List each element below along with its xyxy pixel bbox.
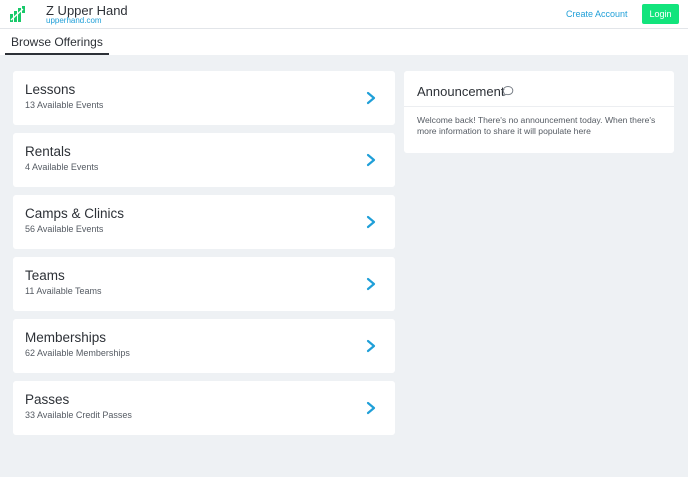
create-account-link[interactable]: Create Account [566,9,628,19]
chevron-right-icon[interactable] [365,215,377,229]
offering-title: Passes [25,392,70,407]
offering-count: 13 Available Events [25,100,104,110]
offering-count: 4 Available Events [25,162,99,172]
offering-title: Rentals [25,144,71,159]
chevron-right-icon[interactable] [365,277,377,291]
announcement-body: Welcome back! There's no announcement to… [417,115,656,136]
top-header: Z Upper Hand upperhand.com Create Accoun… [0,0,688,29]
offering-count: 11 Available Teams [25,286,102,296]
offering-card-rentals[interactable]: Rentals 4 Available Events [13,133,395,187]
sub-navigation: Browse Offerings [0,29,688,55]
speech-bubble-icon [502,86,514,97]
login-button[interactable]: Login [642,4,679,24]
chevron-right-icon[interactable] [365,401,377,415]
upper-hand-logo-icon[interactable] [9,5,27,23]
tab-browse-offerings[interactable]: Browse Offerings [5,29,109,55]
chevron-right-icon[interactable] [365,91,377,105]
offering-card-camps-clinics[interactable]: Camps & Clinics 56 Available Events [13,195,395,249]
offering-title: Camps & Clinics [25,206,125,221]
offering-count: 56 Available Events [25,224,104,234]
offering-title: Memberships [25,330,107,345]
offering-count: 62 Available Memberships [25,348,130,358]
chevron-right-icon[interactable] [365,153,377,167]
offering-card-teams[interactable]: Teams 11 Available Teams [13,257,395,311]
chevron-right-icon[interactable] [365,339,377,353]
announcement-header: Announcement [404,71,674,107]
offering-count: 33 Available Credit Passes [25,410,132,420]
offering-card-memberships[interactable]: Memberships 62 Available Memberships [13,319,395,373]
offering-card-passes[interactable]: Passes 33 Available Credit Passes [13,381,395,435]
offering-card-lessons[interactable]: Lessons 13 Available Events [13,71,395,125]
offering-title: Teams [25,268,65,283]
announcement-title: Announcement [417,84,505,99]
offering-title: Lessons [25,82,76,97]
announcement-panel: Announcement Welcome back! There's no an… [404,71,674,153]
brand-url-link[interactable]: upperhand.com [46,16,102,25]
